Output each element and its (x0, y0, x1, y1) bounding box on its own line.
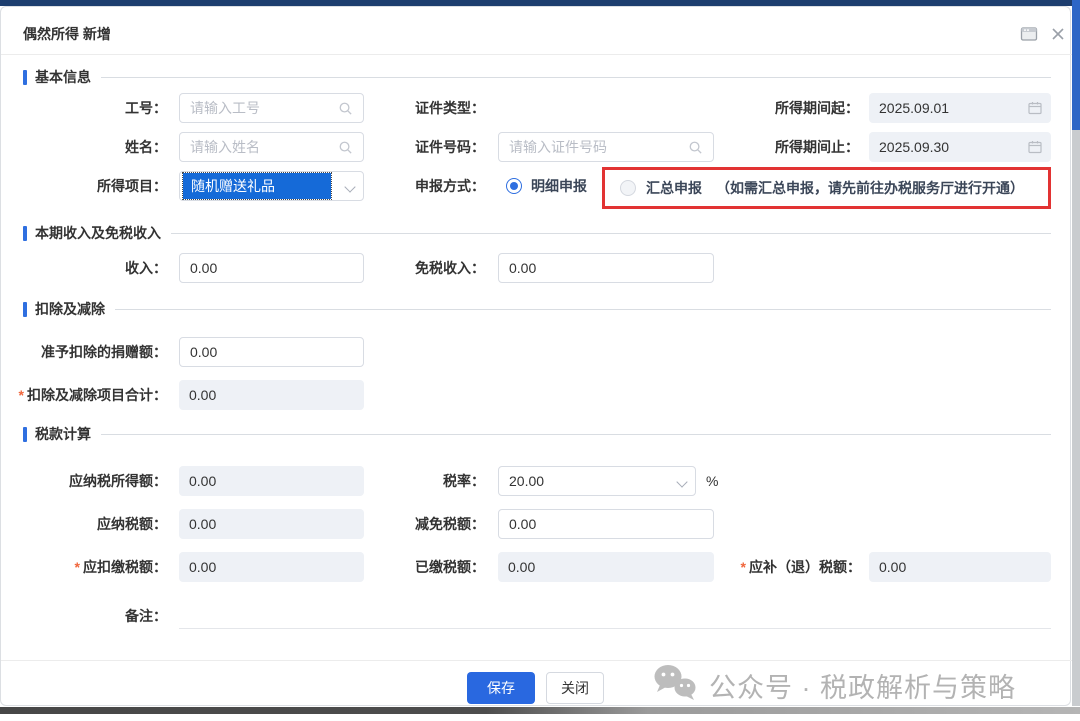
income-item-label: 所得项目： (1, 171, 167, 201)
section-marker (23, 226, 27, 241)
section-title: 本期收入及免税收入 (35, 223, 161, 243)
calendar-icon[interactable] (1027, 100, 1043, 116)
tax-reduction-input[interactable] (498, 509, 714, 539)
save-button[interactable]: 保存 (467, 672, 535, 704)
tax-rate-unit: % (706, 466, 718, 496)
section-rule (171, 233, 1051, 234)
employee-no-label: 工号： (1, 93, 167, 123)
tax-due-refund-field: 0.00 (869, 552, 1051, 582)
dialog-incidental-income-new: 偶然所得 新增 基本信息 工号： 证件类型 (0, 6, 1071, 706)
section-basic-info: 基本信息 (23, 69, 1051, 85)
tax-rate-value: 20.00 (499, 473, 544, 489)
income-item-select[interactable]: 随机赠送礼品 (179, 171, 364, 201)
section-tax-calculation: 税款计算 (23, 426, 1051, 442)
wechat-icon (653, 663, 699, 708)
tax-rate-select[interactable]: 20.00 (498, 466, 696, 496)
required-asterisk: * (19, 387, 24, 403)
withholding-tax-field: 0.00 (179, 552, 364, 582)
footer-divider (1, 660, 1072, 661)
withholding-tax-label-text: 应扣缴税额： (83, 559, 167, 575)
search-icon[interactable] (687, 139, 703, 155)
tax-payable-label: 应纳税额： (1, 509, 167, 539)
red-annotation-box: 汇总申报 （如需汇总申报，请先前往办税服务厅进行开通） (602, 167, 1051, 209)
radio-summary-label: 汇总申报 (646, 178, 702, 198)
dialog-title: 偶然所得 新增 (23, 24, 111, 44)
name-label: 姓名： (1, 132, 167, 162)
calendar-icon[interactable] (1027, 139, 1043, 155)
taxable-income-label: 应纳税所得额： (1, 466, 167, 496)
page-bottom-edge (0, 707, 1080, 714)
period-end-field[interactable]: 2025.09.30 (869, 132, 1051, 162)
radio-detail-declare[interactable] (506, 178, 522, 194)
declare-mode-detail-option[interactable]: 明细申报 (506, 171, 587, 201)
deduction-total-label: *扣除及减除项目合计： (1, 380, 167, 410)
section-title: 税款计算 (35, 424, 91, 444)
income-input[interactable] (179, 253, 364, 283)
section-rule (101, 77, 1051, 78)
period-end-label: 所得期间止： (713, 132, 859, 162)
remark-input[interactable] (179, 601, 1051, 629)
titlebar-divider (1, 54, 1072, 55)
id-number-label: 证件号码： (351, 132, 485, 162)
tax-due-refund-label: *应补（退）税额： (713, 552, 861, 582)
tax-due-refund-label-text: 应补（退）税额： (749, 559, 861, 575)
tax-payable-field: 0.00 (179, 509, 364, 539)
page-right-edge-scrollbar[interactable] (1072, 130, 1080, 706)
tax-reduction-label: 减免税额： (351, 509, 485, 539)
id-number-input[interactable] (498, 132, 714, 162)
section-rule (101, 434, 1051, 435)
required-asterisk: * (75, 559, 80, 575)
paid-tax-field: 0.00 (498, 552, 714, 582)
paid-tax-label: 已缴税额： (351, 552, 485, 582)
window-icon[interactable] (1018, 24, 1040, 44)
section-marker (23, 70, 27, 85)
watermark: 公众号 · 税政解析与策略 (653, 663, 1016, 708)
radio-summary-declare[interactable] (620, 180, 636, 196)
section-marker (23, 427, 27, 442)
tax-rate-label: 税率： (351, 466, 485, 496)
deductible-donation-label: 准予扣除的捐赠额： (1, 337, 167, 367)
page-right-edge-blue (1072, 0, 1080, 130)
section-deductions: 扣除及减除 (23, 301, 1051, 317)
required-asterisk: * (741, 559, 746, 575)
watermark-text: 公众号 · 税政解析与策略 (709, 666, 1016, 705)
declare-mode-label: 申报方式： (351, 171, 485, 201)
chevron-down-icon (676, 476, 687, 487)
remark-label: 备注： (1, 601, 167, 631)
deduction-total-field: 0.00 (179, 380, 364, 410)
period-start-label: 所得期间起： (713, 93, 859, 123)
section-current-income: 本期收入及免税收入 (23, 225, 1051, 241)
income-label: 收入： (1, 253, 167, 283)
close-button[interactable]: 关闭 (546, 672, 604, 704)
id-type-label: 证件类型： (351, 93, 485, 123)
income-item-selected-value: 随机赠送礼品 (183, 173, 331, 199)
deduction-total-label-text: 扣除及减除项目合计： (27, 387, 167, 403)
section-marker (23, 302, 27, 317)
period-start-field[interactable]: 2025.09.01 (869, 93, 1051, 123)
deductible-donation-input[interactable] (179, 337, 364, 367)
section-rule (115, 309, 1051, 310)
close-icon[interactable] (1047, 24, 1069, 44)
section-title: 基本信息 (35, 67, 91, 87)
taxable-income-field: 0.00 (179, 466, 364, 496)
summary-declare-note: （如需汇总申报，请先前往办税服务厅进行开通） (716, 178, 1024, 198)
screen: 偶然所得 新增 基本信息 工号： 证件类型 (0, 0, 1080, 721)
withholding-tax-label: *应扣缴税额： (1, 552, 167, 582)
section-title: 扣除及减除 (35, 299, 105, 319)
tax-free-income-input[interactable] (498, 253, 714, 283)
tax-free-income-label: 免税收入： (351, 253, 485, 283)
radio-detail-label: 明细申报 (531, 176, 587, 196)
